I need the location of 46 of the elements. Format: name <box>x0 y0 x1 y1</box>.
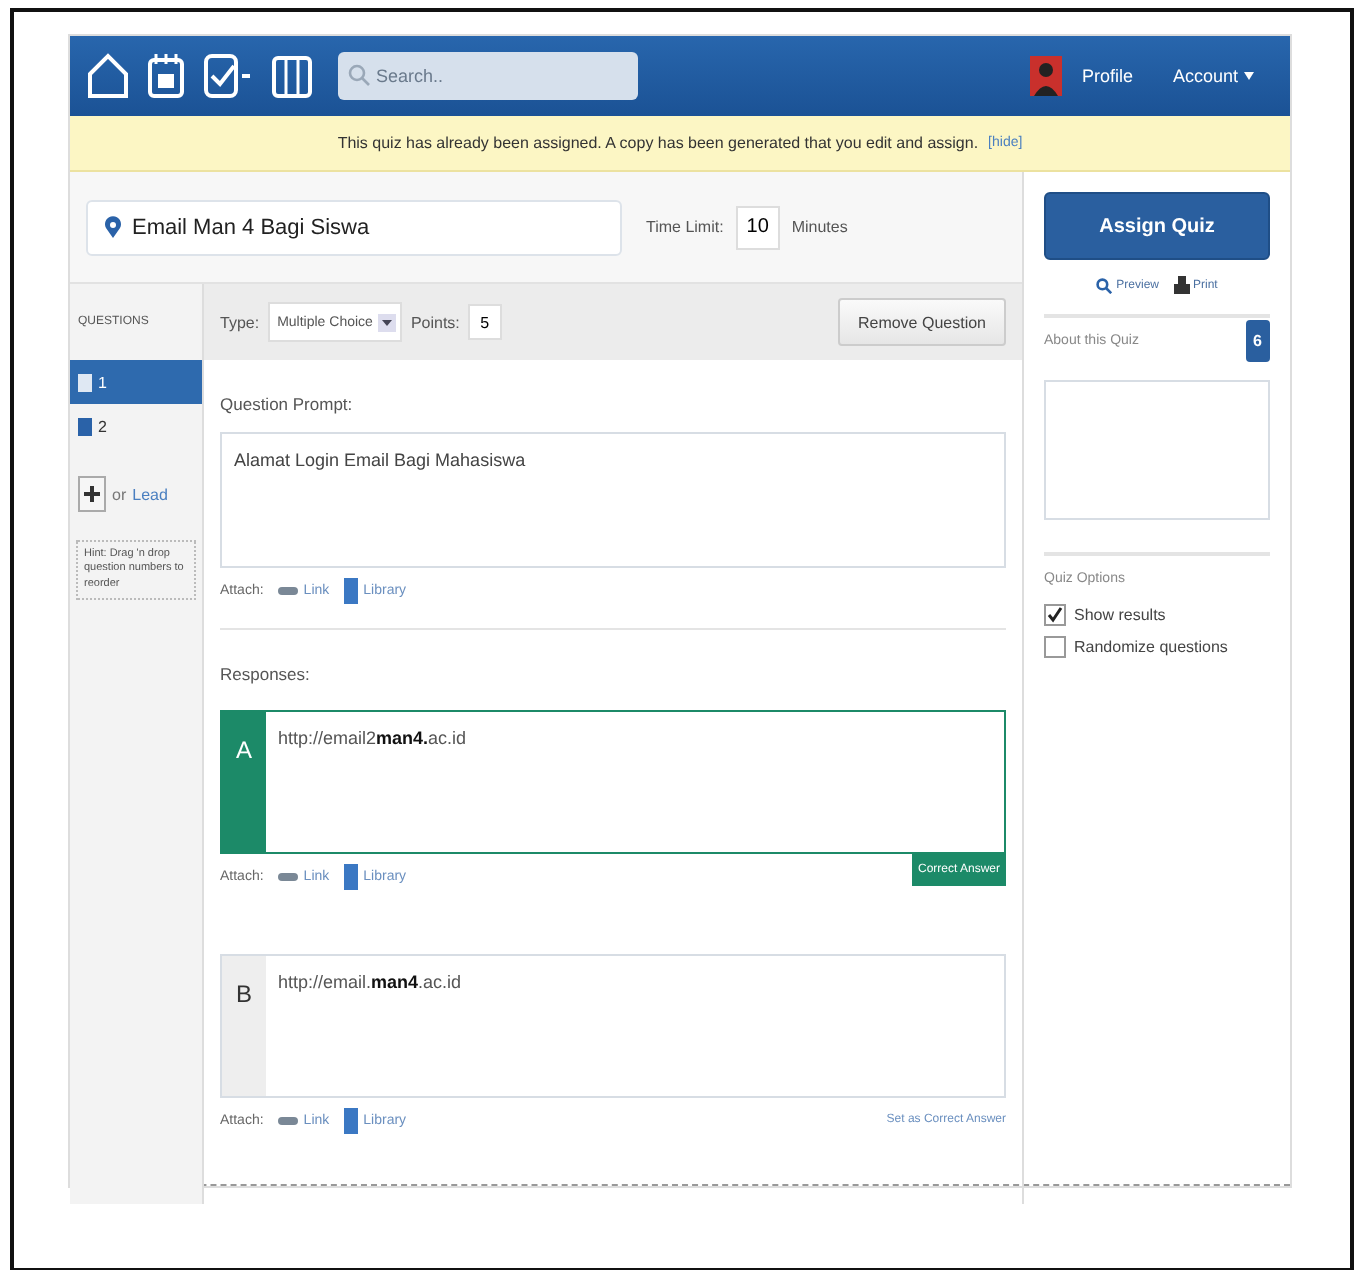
response-text: http://email.man4.ac.id <box>276 970 464 996</box>
about-field[interactable] <box>1044 380 1270 520</box>
question-icon <box>78 417 92 435</box>
prompt-label: Question Prompt: <box>220 392 355 418</box>
add-question-button[interactable] <box>78 476 106 512</box>
points-label: Points: <box>410 313 460 331</box>
question-icon <box>78 373 92 391</box>
checkbox[interactable] <box>1044 636 1066 658</box>
remove-question-button[interactable]: Remove Question <box>837 298 1006 346</box>
lead-link[interactable]: Lead <box>132 485 168 503</box>
assign-quiz-button[interactable]: Assign Quiz <box>1044 192 1270 260</box>
search-icon <box>348 64 370 86</box>
option-label: Randomize questions <box>1074 638 1228 656</box>
avatar-icon[interactable] <box>1029 56 1062 96</box>
caret-icon <box>1244 72 1254 80</box>
search-field[interactable]: Search.. <box>338 52 638 100</box>
home-icon[interactable] <box>86 52 130 100</box>
time-unit-label: Minutes <box>791 218 848 236</box>
response-letter: A <box>222 712 266 852</box>
type-label: Type: <box>220 313 260 331</box>
notice-text: This quiz has already been assigned. A copy has been generated that you edit and assign. <box>337 134 979 152</box>
response-field[interactable]: A http://email2man4.ac.id <box>220 710 1006 854</box>
pin-icon <box>104 216 122 238</box>
checkbox[interactable] <box>1044 604 1066 626</box>
count-badge: 6 <box>1245 320 1270 362</box>
time-limit-label: Time Limit: <box>646 218 724 236</box>
search-icon <box>1096 277 1113 293</box>
profile-link[interactable]: Profile <box>1077 66 1137 86</box>
checklist-icon[interactable] <box>202 52 254 100</box>
or-label: or <box>112 485 127 503</box>
points-field[interactable]: 5 <box>467 304 502 340</box>
response-field[interactable]: B http://email.man4.ac.id <box>220 954 1006 1098</box>
prompt-field[interactable]: Alamat Login Email Bagi Mahasiswa <box>220 432 1006 568</box>
plus-icon <box>84 486 100 502</box>
option-label: Show results <box>1074 606 1166 624</box>
printer-icon <box>1173 276 1189 294</box>
time-limit-field[interactable]: 10 <box>735 205 780 249</box>
response-letter: B <box>222 956 266 1096</box>
caret-icon <box>378 313 397 331</box>
question-tab[interactable]: 2 <box>70 404 202 448</box>
account-menu[interactable]: Account <box>1168 66 1258 86</box>
responses-label: Responses: <box>220 662 312 688</box>
question-tab[interactable]: 1 <box>70 360 202 404</box>
quiz-title-field[interactable]: Email Man 4 Bagi Siswa <box>86 199 622 255</box>
response-text: http://email2man4.ac.id <box>276 726 469 752</box>
calendar-icon[interactable] <box>146 52 186 100</box>
